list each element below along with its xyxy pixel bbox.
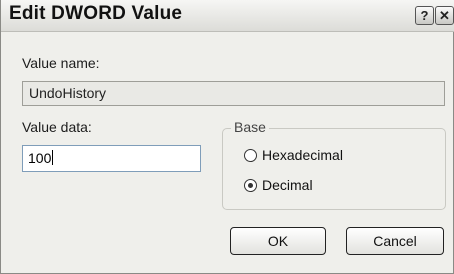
value-name-label: Value name: — [22, 55, 100, 71]
title-bar[interactable]: Edit DWORD Value ? ✕ — [1, 0, 454, 32]
value-data-input[interactable]: 100 — [22, 145, 201, 172]
value-name-text: UndoHistory — [29, 85, 107, 101]
value-data-text: 100 — [28, 150, 52, 166]
close-icon[interactable]: ✕ — [435, 6, 454, 25]
value-data-label: Value data: — [22, 119, 92, 135]
base-groupbox — [222, 128, 446, 210]
radio-decimal-label[interactable]: Decimal — [262, 177, 313, 193]
radio-hexadecimal-label[interactable]: Hexadecimal — [262, 147, 343, 163]
radio-hexadecimal-circle[interactable] — [244, 149, 257, 162]
dialog-title: Edit DWORD Value — [9, 3, 183, 24]
base-legend: Base — [231, 119, 269, 135]
ok-button[interactable]: OK — [230, 227, 326, 255]
value-name-field[interactable]: UndoHistory — [22, 81, 445, 106]
radio-decimal-circle[interactable] — [244, 179, 257, 192]
text-caret — [52, 150, 54, 165]
cancel-button[interactable]: Cancel — [346, 227, 444, 255]
help-icon[interactable]: ? — [415, 6, 434, 25]
edit-dword-dialog: Edit DWORD Value ? ✕ Value name: UndoHis… — [0, 0, 454, 274]
